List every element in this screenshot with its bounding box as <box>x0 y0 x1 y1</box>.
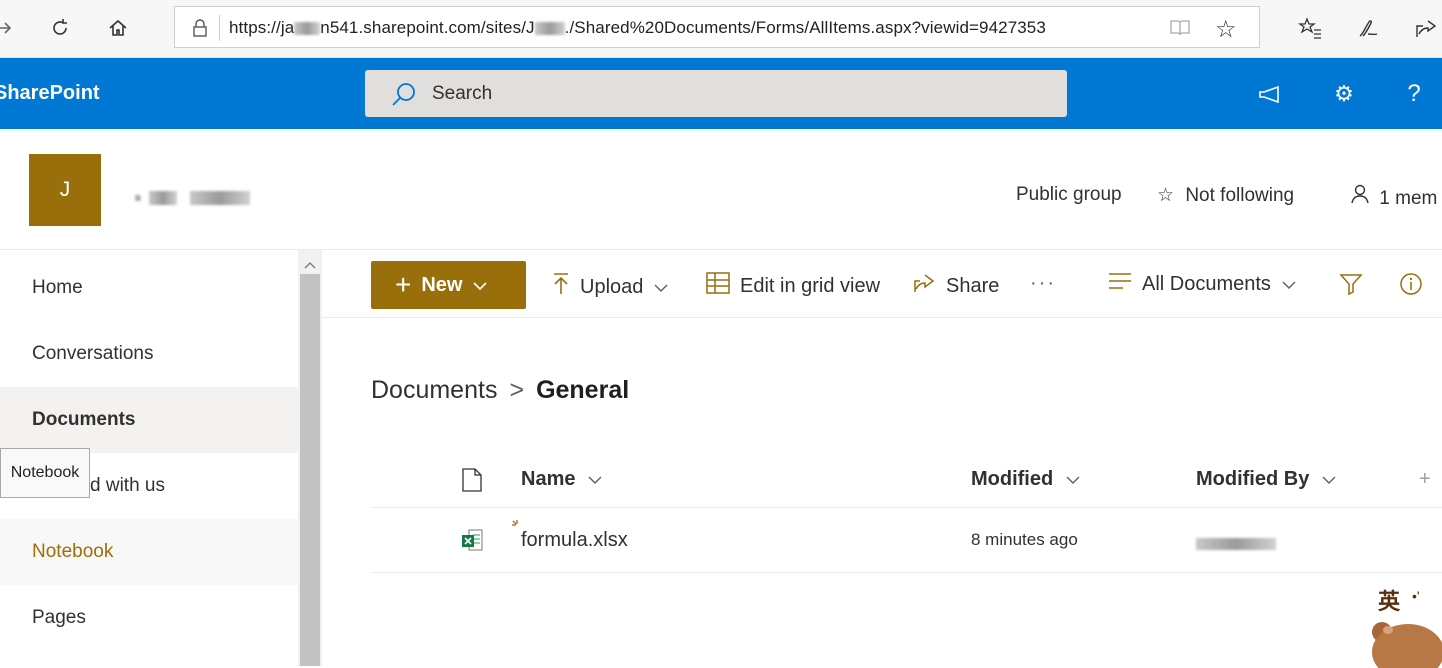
suite-bar: SharePoint Search ⚙ ? <box>0 58 1442 129</box>
redacted-text <box>1196 537 1276 550</box>
chevron-down-icon <box>1065 468 1081 490</box>
chevron-down-icon <box>587 468 603 490</box>
table-row[interactable]: formula.xlsx 8 minutes ago <box>371 508 1442 573</box>
chevron-down-icon <box>1321 468 1337 490</box>
address-bar[interactable]: https://ja n541.sharepoint.com/sites/J ./S… <box>174 6 1260 48</box>
filter-icon[interactable] <box>1339 272 1363 296</box>
list-header: Name Modified Modified By + <box>371 452 1442 508</box>
grid-icon <box>706 272 730 300</box>
chevron-down-icon <box>472 274 488 297</box>
nav-item-pages[interactable]: Pages <box>0 585 298 651</box>
pen-icon[interactable] <box>1354 14 1382 42</box>
tooltip: Notebook <box>0 448 90 498</box>
app-brand[interactable]: SharePoint <box>0 82 100 105</box>
forward-icon[interactable] <box>0 14 18 42</box>
new-button[interactable]: + New <box>371 261 526 309</box>
list-lines-icon <box>1108 272 1132 296</box>
share-icon <box>912 272 936 300</box>
lock-icon <box>191 18 209 43</box>
modified-time: 8 minutes ago <box>971 530 1078 549</box>
help-icon[interactable]: ? <box>1400 80 1428 108</box>
redacted-text <box>149 190 178 205</box>
refresh-icon[interactable] <box>46 14 74 42</box>
favorites-list-icon[interactable] <box>1296 14 1324 42</box>
column-name[interactable]: Name <box>521 468 603 491</box>
nav-scrollbar[interactable] <box>298 250 322 666</box>
chevron-down-icon <box>653 276 669 299</box>
browser-toolbar: https://ja n541.sharepoint.com/sites/J ./S… <box>0 0 1442 58</box>
upload-button[interactable]: Upload <box>552 272 669 302</box>
breadcrumb: Documents > General <box>371 376 629 405</box>
site-header: J Public group ☆ Not following 1 mem <box>0 129 1442 250</box>
view-switcher[interactable]: All Documents <box>1108 272 1297 296</box>
ime-language-label: 英 <box>1378 590 1401 615</box>
add-column-button[interactable]: + <box>1419 468 1431 491</box>
upload-icon <box>552 272 570 302</box>
scroll-thumb[interactable] <box>300 274 320 666</box>
follow-button[interactable]: ☆ Not following <box>1157 184 1294 207</box>
excel-file-icon <box>461 528 483 557</box>
site-logo[interactable]: J <box>29 154 101 226</box>
chevron-down-icon <box>1281 273 1297 296</box>
redacted-text <box>189 190 250 205</box>
modified-by-user[interactable] <box>1196 532 1276 555</box>
nav-item-home[interactable]: Home <box>0 255 298 321</box>
site-title[interactable] <box>135 189 250 207</box>
bear-icon <box>1372 622 1442 668</box>
info-icon[interactable] <box>1399 272 1423 296</box>
gear-icon[interactable]: ⚙ <box>1330 80 1358 108</box>
members-button[interactable]: 1 mem <box>1350 184 1437 210</box>
redacted-text <box>135 194 141 201</box>
redacted-text <box>534 22 565 36</box>
redacted-text <box>294 22 321 36</box>
column-modified-by[interactable]: Modified By <box>1196 468 1337 491</box>
breadcrumb-separator: > <box>509 376 525 404</box>
share-page-icon[interactable] <box>1412 14 1440 42</box>
nav-item-conversations[interactable]: Conversations <box>0 321 298 387</box>
ime-dots-icon: •' <box>1412 588 1420 604</box>
search-input[interactable]: Search <box>432 83 492 105</box>
more-options-button[interactable]: ··· <box>1030 272 1056 295</box>
breadcrumb-documents[interactable]: Documents <box>371 376 497 404</box>
command-bar: + New Upload Edit in grid view Share ···… <box>322 250 1442 318</box>
nav-item-notebook[interactable]: Notebook <box>0 519 298 585</box>
file-type-icon[interactable] <box>461 468 483 497</box>
ime-mascot[interactable]: 英 •' <box>1364 584 1442 668</box>
nav-item-documents[interactable]: Documents <box>0 387 298 453</box>
star-icon: ☆ <box>1157 185 1175 206</box>
search-box[interactable]: Search <box>365 70 1067 117</box>
file-name-link[interactable]: formula.xlsx <box>521 529 628 552</box>
column-modified[interactable]: Modified <box>971 468 1081 491</box>
person-icon <box>1350 184 1375 209</box>
group-type-label: Public group <box>1016 184 1122 205</box>
scroll-up-icon[interactable] <box>304 256 316 274</box>
edit-grid-button[interactable]: Edit in grid view <box>706 272 880 300</box>
search-icon <box>389 80 419 115</box>
plus-icon: + <box>395 269 412 300</box>
megaphone-icon[interactable] <box>1257 80 1285 108</box>
breadcrumb-current: General <box>536 376 630 404</box>
reading-view-icon[interactable] <box>1169 18 1191 43</box>
home-icon[interactable] <box>104 14 132 42</box>
share-button[interactable]: Share <box>912 272 999 300</box>
url-text: https://ja n541.sharepoint.com/sites/J ./S… <box>229 18 1046 37</box>
favorite-star-icon[interactable]: ☆ <box>1215 15 1237 44</box>
